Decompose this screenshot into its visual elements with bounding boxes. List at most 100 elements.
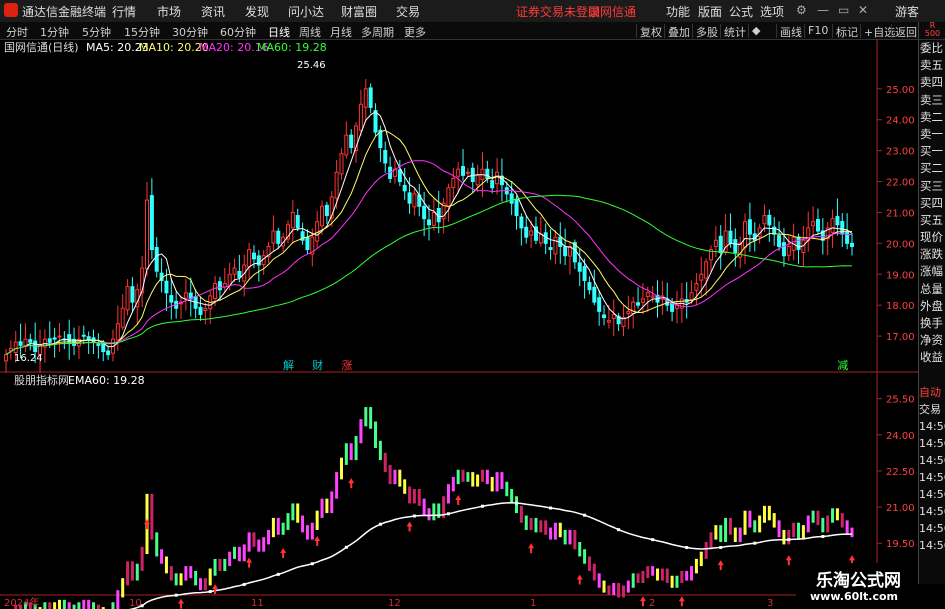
signal-arrow [678,596,685,607]
ema60-dot [174,593,178,597]
kline-chart[interactable]: 解 财 涨 减 17.00 18.00 19.00 20.00 21.00 22.00 23.00 2… [0,39,918,609]
diejia-button[interactable]: 叠加 [664,24,693,39]
x-label-1: 1 [530,598,536,609]
ema60-dot [208,590,212,594]
side-label-netasset[interactable]: 净资 [919,332,945,349]
side-label-pct[interactable]: 涨幅 [919,263,945,280]
indicator-bar [651,566,655,576]
user-guest[interactable]: 游客 [895,3,919,20]
period-more[interactable]: 更多 [404,24,426,40]
indicator-bar [349,443,353,461]
candle-body [28,339,33,343]
side-label-turnover[interactable]: 换手 [919,315,945,332]
candle-body [397,169,402,183]
indicator-bar [374,421,378,449]
duogu-button[interactable]: 多股 [692,24,721,39]
menu-jiaoyi[interactable]: 交易 [396,3,420,20]
side2-time: 14:56 [919,505,945,518]
indicator-bar [48,602,52,609]
side2-auto[interactable]: 自动 [919,384,945,401]
menu-shichang[interactable]: 市场 [157,3,181,20]
side-label-price[interactable]: 现价 [919,229,945,246]
trade-side-panel: 自动 交易 14:56 14:56 14:56 14:56 14:56 14:5… [918,384,945,584]
period-60min[interactable]: 60分钟 [220,24,256,40]
menu-xuanxiang[interactable]: 选项 [760,3,784,20]
side-label-buy3[interactable]: 买三 [919,178,945,195]
candle-body [626,310,631,315]
huaxian-button[interactable]: 画线 [776,24,805,39]
indicator-bar [529,517,533,530]
menu-wenxiaoda[interactable]: 问小达 [288,3,324,20]
candle-body [767,214,772,226]
candle-body [465,171,470,174]
candle-body [485,168,490,179]
close-icon[interactable]: ✕ [858,3,868,17]
settings-icon[interactable]: ⚙ [796,3,807,17]
period-weekly[interactable]: 周线 [299,24,321,40]
candle-body [363,88,368,108]
candle-body [835,216,840,226]
fuquan-button[interactable]: 复权 [636,24,665,39]
side-label-mai3[interactable]: 卖三 [919,92,945,109]
tongji-button[interactable]: 统计 [720,24,749,39]
side-label-buy2[interactable]: 买二 [919,160,945,177]
side-label-volume[interactable]: 总量 [919,281,945,298]
watermark: 乐淘公式网 www.60lt.com [796,563,918,609]
biaoji-button[interactable]: 标记 [832,24,861,39]
signal-arrow [246,557,253,568]
side-label-mai5[interactable]: 卖五 [919,57,945,74]
indicator-bar [787,529,791,545]
restore-icon[interactable]: ▭ [838,3,849,17]
side-label-eps[interactable]: 收益 [919,349,945,366]
back-button[interactable]: 返回 [891,24,920,39]
candle-body [426,219,432,226]
menu-faxian[interactable]: 发现 [245,3,269,20]
side-label-change[interactable]: 涨跌 [919,246,945,263]
candle-body [81,334,86,337]
indicator-bar [218,558,222,571]
signal-arrow [406,521,413,532]
side2-trade[interactable]: 交易 [919,401,945,418]
side-label-buy4[interactable]: 买四 [919,195,945,212]
side-label-mai2[interactable]: 卖二 [919,109,945,126]
candle-body [461,166,466,176]
period-fenshi[interactable]: 分时 [6,24,28,40]
indicator-bar [690,566,694,581]
indicator-bar [378,440,382,461]
menu-banmian[interactable]: 版面 [698,3,722,20]
menu-caifuquan[interactable]: 财富圈 [341,3,377,20]
side-label-buy5[interactable]: 买五 [919,212,945,229]
period-monthly[interactable]: 月线 [330,24,352,40]
side-label-mai1[interactable]: 卖一 [919,126,945,143]
period-1min[interactable]: 1分钟 [40,24,69,40]
indicator-bar [344,443,348,465]
indicator-bar [568,529,572,545]
ema60-dot [583,513,587,517]
indicator-bar [403,479,407,494]
minimize-icon[interactable]: — [817,3,829,17]
indicator-bar [797,522,801,540]
period-5min[interactable]: 5分钟 [82,24,111,40]
period-30min[interactable]: 30分钟 [172,24,208,40]
f10-button[interactable]: F10 [804,24,831,38]
side-label-buy1[interactable]: 买一 [919,143,945,160]
candle-body [606,320,611,323]
candle-body [213,283,218,300]
menu-zixun[interactable]: 资讯 [201,3,225,20]
candle-body [324,204,329,217]
menu-gongneng[interactable]: 功能 [666,3,690,20]
period-15min[interactable]: 15分钟 [124,24,160,40]
indicator-bar [665,568,669,583]
period-multi[interactable]: 多周期 [361,24,394,40]
side-label-weibi[interactable]: 委比 [919,40,945,57]
side-label-outer[interactable]: 外盘 [919,298,945,315]
menu-hangqing[interactable]: 行情 [112,3,136,20]
app-title: 通达信金融终端 [22,5,107,19]
candle-body [553,236,558,255]
period-daily[interactable]: 日线 [268,24,290,40]
indicator-bar [480,469,484,482]
side-label-mai4[interactable]: 卖四 [919,74,945,91]
menu-gongshi[interactable]: 公式 [729,3,753,20]
diamond-icon[interactable]: ◆ [748,24,763,38]
candle-body [830,218,835,233]
